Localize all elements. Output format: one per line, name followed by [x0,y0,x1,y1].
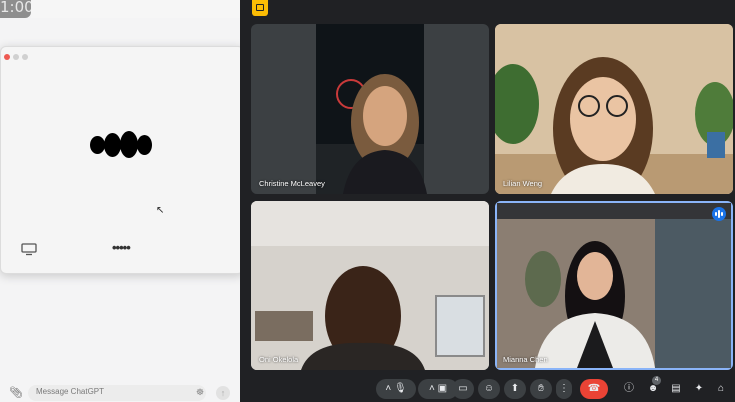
mouse-cursor-icon: ↖ [156,205,165,216]
message-input[interactable]: Message ChatGPT ☸ [28,385,206,401]
participant-video [251,201,489,370]
send-button[interactable]: ↑ [216,386,230,400]
chatgpt-app: 1:00 ↖ ••••• 📎︎ Message ChatGPT ☸ ↑ [0,0,244,402]
screen-share-icon[interactable] [21,243,37,256]
participant-tile: Christine McLeavey [251,24,489,194]
message-composer: 📎︎ Message ChatGPT ☸ ↑ [0,384,240,402]
speaking-indicator-icon [712,207,726,221]
chat-button[interactable]: ▤ [667,379,685,399]
close-window-button[interactable] [4,54,10,60]
video-call-window: Christine McLeavey Lilian Weng Oni Okelo [240,0,735,402]
captions-button[interactable]: ▭ [452,379,474,399]
voice-activity-indicator [90,131,154,159]
activities-button[interactable]: ✦ [690,379,708,399]
present-icon: ⬆ [510,383,520,394]
participant-name: Lilian Weng [503,179,543,188]
audio-level-bar [718,210,720,218]
voice-blob [90,136,105,154]
microphone-icon: 🎙︎ [393,383,407,394]
minimize-window-button[interactable] [13,54,19,60]
audio-level-bar [721,212,723,216]
lock-icon: ⌂ [717,383,725,394]
voice-blob [104,133,121,157]
mic-icon[interactable]: ☸ [196,387,204,398]
message-placeholder: Message ChatGPT [36,387,105,396]
audio-settings-button[interactable]: ˄ 🎙︎ [376,379,416,399]
participant-video [497,203,731,368]
raise-hand-button[interactable]: ✋︎ [530,379,552,399]
meeting-info-icon[interactable] [252,0,268,16]
people-icon: ☻ [647,383,659,394]
voice-blob [120,131,138,158]
activities-icon: ✦ [694,383,704,394]
meeting-details-button[interactable]: ⓘ [620,379,638,399]
participant-tile: Mianna Chen [495,201,733,370]
participant-name: Mianna Chen [503,355,548,364]
participant-tile: Oni Okelola [251,201,489,370]
present-screen-button[interactable]: ⬆ [504,379,526,399]
leave-call-button[interactable]: ☎︎ [580,379,608,399]
participant-name: Christine McLeavey [259,179,325,188]
chevron-up-icon: ˄ [385,383,392,394]
hand-icon: ✋︎ [538,383,544,394]
captions-icon: ▭ [458,383,468,394]
more-options-icon[interactable]: ••••• [112,240,131,255]
call-controls-bar: ˄ 🎙︎ ˄ ▣ ▭ ☺ ⬆ ✋︎ ⋮ ☎︎ ⓘ 4 ☻ ▤ ✦ ⌂ [240,376,735,402]
participant-tile: Lilian Weng [495,24,733,194]
people-button[interactable]: ☻ [644,379,662,399]
chat-icon: ▤ [671,383,681,394]
info-icon: ⓘ [624,383,634,394]
more-options-button[interactable]: ⋮ [556,379,572,399]
timer-badge: 1:00 [0,0,31,18]
participant-video [495,24,733,194]
emoji-icon: ☺ [483,383,495,394]
participant-name: Oni Okelola [259,355,299,364]
emoji-reactions-button[interactable]: ☺ [478,379,500,399]
participant-video [316,24,427,194]
app-top-strip [31,0,240,18]
attach-icon[interactable]: 📎︎ [9,386,23,399]
camera-icon: ▣ [437,383,448,394]
voice-blob [137,135,152,155]
more-vert-icon: ⋮ [559,383,569,394]
chevron-up-icon: ˄ [428,383,435,394]
hang-up-icon: ☎︎ [587,383,601,394]
host-controls-button[interactable]: ⌂ [712,379,730,399]
audio-level-bar [715,212,717,216]
voice-mode-window: ↖ ••••• [0,46,244,274]
zoom-window-button[interactable] [22,54,28,60]
